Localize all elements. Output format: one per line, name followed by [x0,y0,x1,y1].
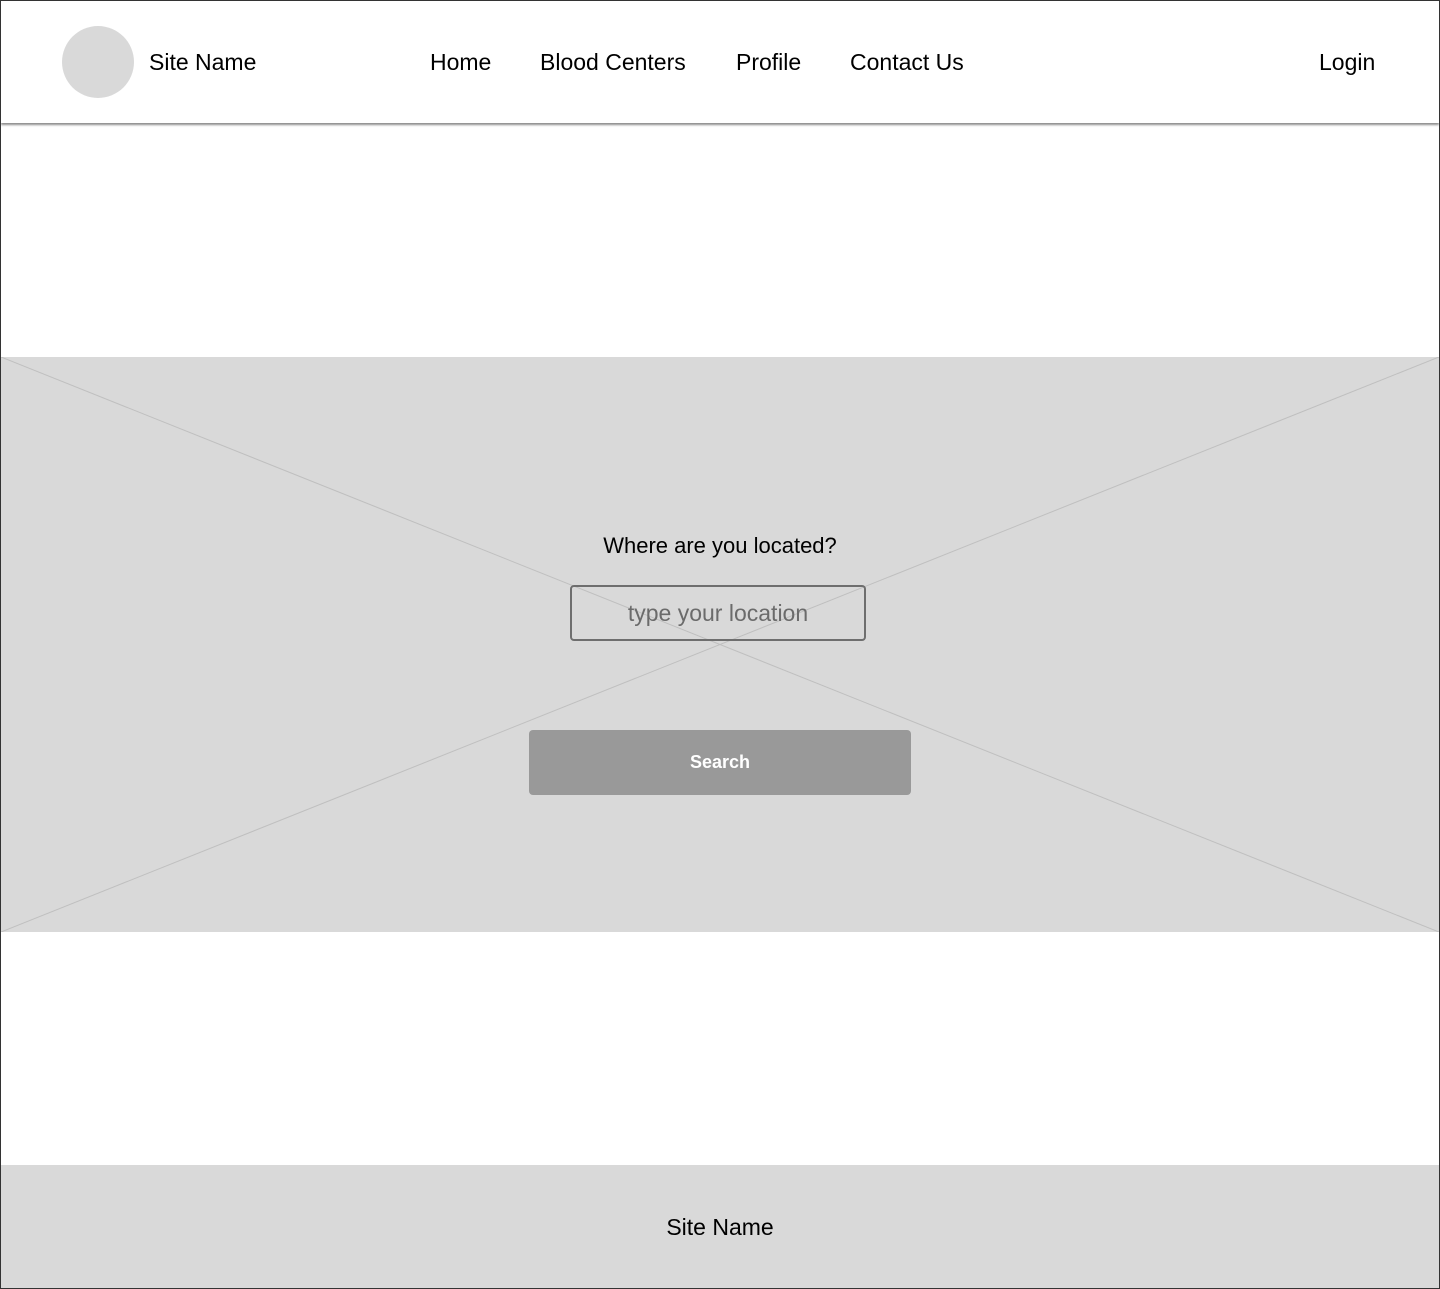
footer-site-name: Site Name [666,1214,774,1240]
location-question: Where are you located? [603,533,837,558]
nav-profile[interactable]: Profile [736,48,801,76]
login-link[interactable]: Login [1319,48,1375,76]
image-placeholder-icon [1,357,1439,932]
location-input[interactable] [570,585,866,641]
logo-icon[interactable] [62,26,134,98]
search-button[interactable]: Search [529,730,911,795]
hero-section: Where are you located? Search [1,357,1439,932]
nav-home[interactable]: Home [430,48,491,76]
site-footer: Site Name [1,1165,1439,1288]
nav-blood-centers[interactable]: Blood Centers [540,48,686,76]
site-header: Site Name Home Blood Centers Profile Con… [1,1,1439,123]
nav-contact-us[interactable]: Contact Us [850,48,964,76]
site-name[interactable]: Site Name [149,48,256,76]
